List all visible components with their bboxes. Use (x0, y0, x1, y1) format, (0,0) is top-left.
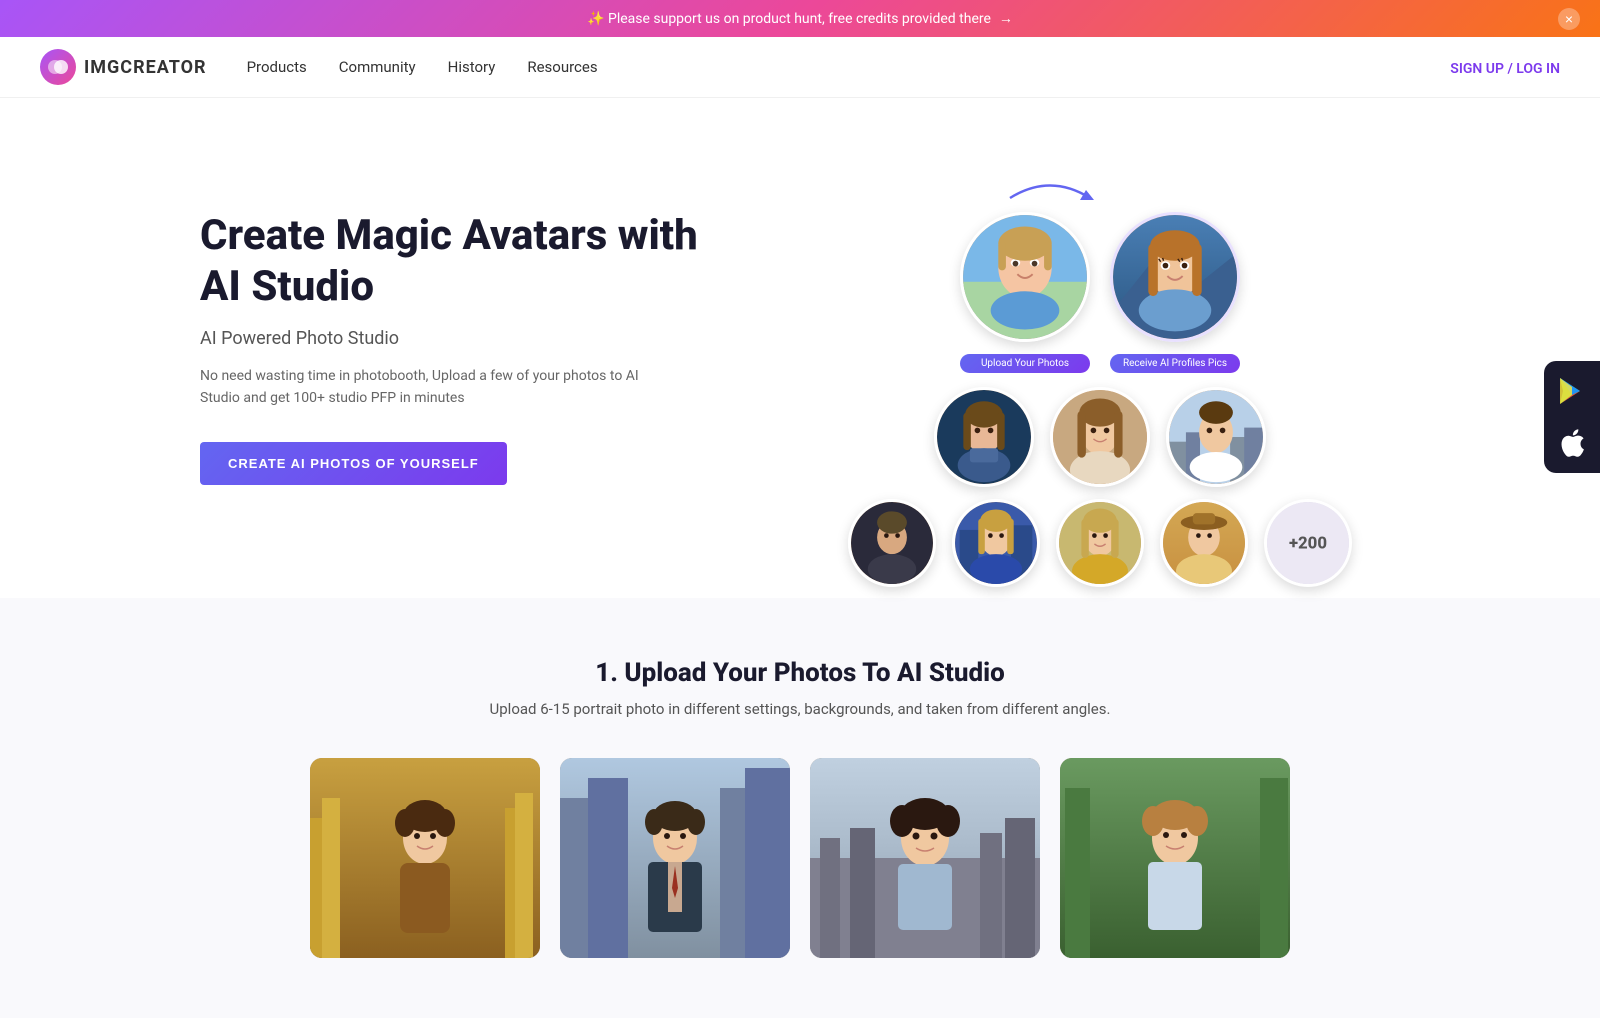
upload-photo-1 (310, 758, 540, 958)
avatar-labels: Upload Your Photos Receive AI Profiles P… (890, 354, 1310, 373)
arrow-svg (1000, 168, 1100, 208)
upload-label: Upload Your Photos (960, 354, 1090, 373)
nav-links: Products Community History Resources (247, 58, 1451, 76)
banner-text: ✨ Please support us on product hunt, fre… (587, 11, 991, 27)
avatar-warrior (934, 387, 1034, 487)
avatar-desert (1160, 499, 1248, 587)
navbar: IMGCREATOR Products Community History Re… (0, 37, 1600, 98)
avatar-row-2 (890, 387, 1310, 487)
banner-arrow: → (999, 10, 1013, 27)
app-store-buttons (1544, 361, 1600, 473)
hero-visual: Upload Your Photos Receive AI Profiles P… (720, 158, 1480, 538)
avatar-plus-more: +200 (1264, 499, 1352, 587)
nav-history[interactable]: History (448, 58, 496, 76)
avatar-grid: Upload Your Photos Receive AI Profiles P… (890, 168, 1310, 528)
hero-subtitle: AI Powered Photo Studio (200, 328, 720, 349)
how-it-works-section: 1. Upload Your Photos To AI Studio Uploa… (0, 598, 1600, 1018)
hero-description: No need wasting time in photobooth, Uplo… (200, 365, 640, 410)
ai-photo-circle (1110, 212, 1240, 342)
receive-label: Receive AI Profiles Pics (1110, 354, 1240, 373)
hero-section: Create Magic Avatars with AI Studio AI P… (0, 98, 1600, 598)
hero-title: Create Magic Avatars with AI Studio (200, 211, 720, 312)
avatar-superhero (952, 499, 1040, 587)
top-banner: ✨ Please support us on product hunt, fre… (0, 0, 1600, 37)
how-it-works-title: 1. Upload Your Photos To AI Studio (120, 658, 1480, 688)
signup-login-button[interactable]: SIGN UP / LOG IN (1450, 61, 1560, 77)
avatar-city (1166, 387, 1266, 487)
hero-content: Create Magic Avatars with AI Studio AI P… (200, 211, 720, 485)
cta-button[interactable]: CREATE AI PHOTOS OF YOURSELF (200, 442, 507, 485)
upload-photo-4 (1060, 758, 1290, 958)
avatar-elegant (1050, 387, 1150, 487)
nav-community[interactable]: Community (339, 58, 416, 76)
avatar-golden (1056, 499, 1144, 587)
logo-icon (40, 49, 76, 85)
logo[interactable]: IMGCREATOR (40, 49, 207, 85)
svg-text:+200: +200 (1289, 534, 1327, 554)
original-photo-circle (960, 212, 1090, 342)
upload-photo-2 (560, 758, 790, 958)
upload-photo-3 (810, 758, 1040, 958)
logo-text: IMGCREATOR (84, 57, 207, 78)
nav-products[interactable]: Products (247, 58, 307, 76)
avatar-row-1 (890, 212, 1310, 342)
nav-auth: SIGN UP / LOG IN (1450, 58, 1560, 77)
upload-photo-grid (120, 758, 1480, 958)
google-play-button[interactable] (1554, 373, 1590, 409)
avatar-dark-armor (848, 499, 936, 587)
avatar-row-3: +200 (890, 499, 1310, 587)
apple-store-button[interactable] (1554, 425, 1590, 461)
nav-resources[interactable]: Resources (527, 58, 597, 76)
how-it-works-description: Upload 6-15 portrait photo in different … (120, 700, 1480, 718)
banner-close-button[interactable]: × (1558, 8, 1580, 30)
